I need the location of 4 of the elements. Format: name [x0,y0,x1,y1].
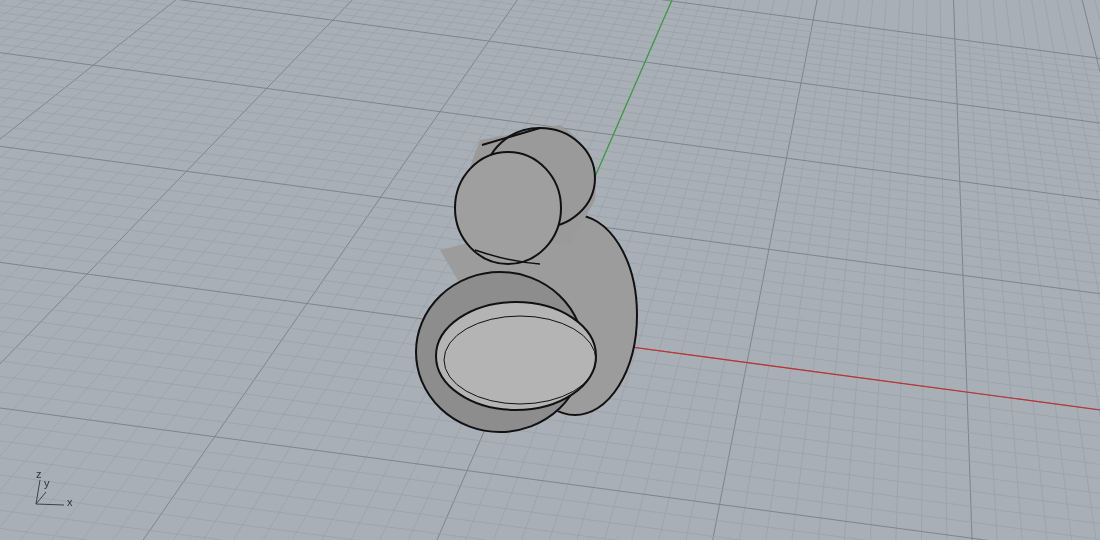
axis-label: x [67,497,73,508]
axis-label: z [36,469,42,480]
axis-label: y [44,478,50,489]
axis-widget-drawing [35,479,65,506]
